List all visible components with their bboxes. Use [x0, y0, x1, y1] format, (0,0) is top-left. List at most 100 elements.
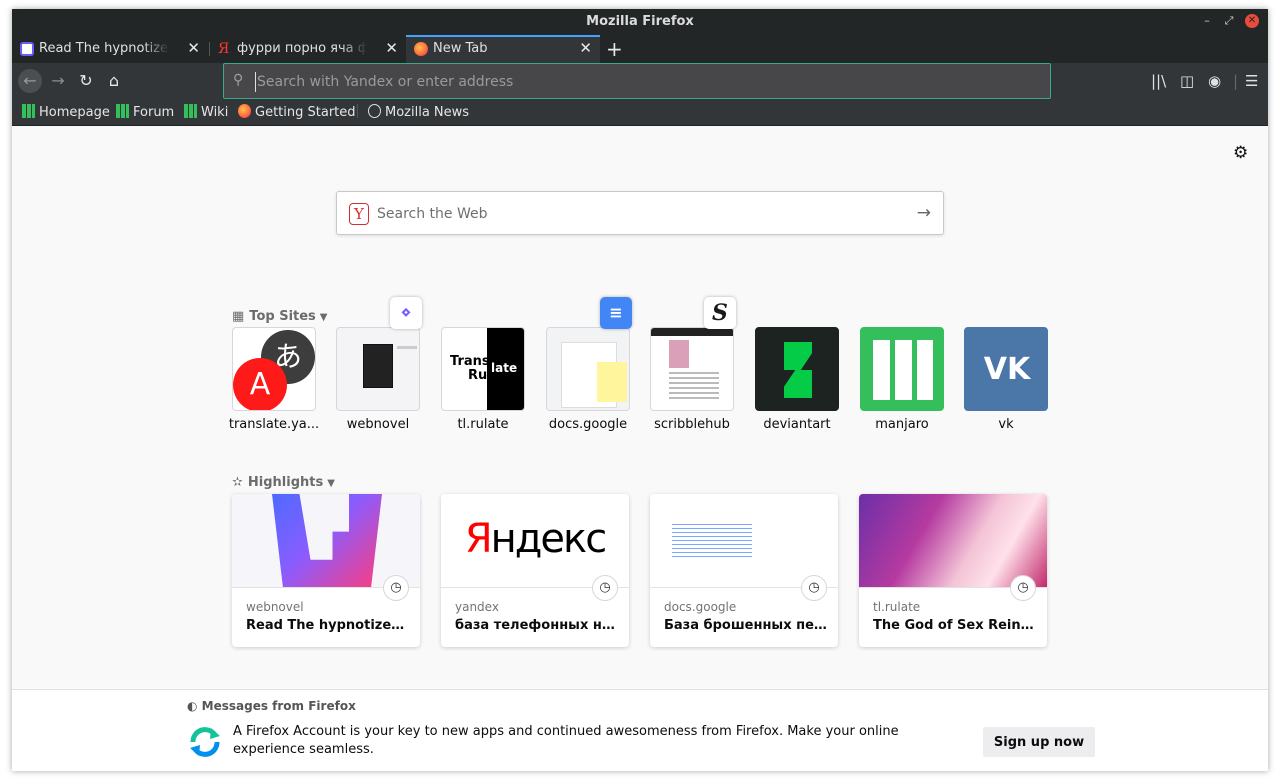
bookmark-homepage[interactable]: Homepage: [22, 104, 110, 122]
scribblehub-cover-image: [669, 340, 689, 368]
bookmark-separator: [357, 104, 358, 118]
vk-logo-icon: VK: [983, 352, 1031, 387]
top-site-label: deviantart: [763, 417, 831, 432]
page-lines-decoration: [397, 346, 417, 349]
artwork-preview-image: [859, 494, 1047, 588]
top-site-label: manjaro: [875, 417, 929, 432]
deviantart-logo-icon: [784, 342, 812, 398]
new-tab-page: ⚙ Y → ▦Top Sites▼ あ A translate.ya... ⋄ …: [12, 127, 1268, 689]
highlight-source: tl.rulate: [873, 600, 921, 614]
tab-new-tab[interactable]: New Tab ✕: [406, 35, 600, 63]
sync-icon: [187, 724, 223, 760]
window-title: Mozilla Firefox: [586, 14, 694, 29]
manjaro-icon: [116, 104, 129, 118]
top-site-label: vk: [998, 417, 1014, 432]
titlebar: Mozilla Firefox – ⤢ ✕: [12, 9, 1268, 35]
gear-icon[interactable]: ⚙: [1233, 143, 1248, 163]
back-arrow-icon[interactable]: ←: [18, 69, 42, 93]
new-tab-plus-icon[interactable]: +: [606, 37, 623, 61]
address-input[interactable]: [255, 72, 1035, 92]
google-docs-icon: ≡: [600, 297, 632, 329]
highlight-card[interactable]: ◷ tl.rulate The God of Sex Reincarnated: [859, 494, 1047, 647]
bookmark-wiki[interactable]: Wiki: [184, 104, 228, 122]
search-arrow-icon[interactable]: →: [917, 203, 931, 223]
highlight-card[interactable]: ◷ docs.google База брошенных переводов: [650, 494, 838, 647]
bookmark-label: Wiki: [201, 105, 229, 120]
bookmark-label: Forum: [133, 105, 175, 120]
close-tab-icon[interactable]: ✕: [385, 39, 398, 57]
messages-title: Messages from Firefox: [201, 699, 356, 713]
manjaro-icon: [184, 104, 197, 118]
yandex-logo-image: Яндекс: [441, 494, 629, 588]
yandex-icon: Я: [218, 41, 230, 57]
doc-link-lines-decoration: [672, 524, 752, 560]
webnovel-icon: [20, 42, 34, 56]
vk-thumbnail: VK: [964, 327, 1048, 411]
reload-icon[interactable]: ↻: [74, 69, 98, 93]
yandex-wordmark-rest: ндекс: [490, 516, 608, 562]
top-site-label: scribblehub: [654, 417, 730, 432]
clock-icon: ◷: [383, 575, 409, 601]
toolbar-divider: |: [1233, 72, 1239, 90]
tab-label: New Tab: [433, 41, 563, 56]
highlights-header[interactable]: ✫ Highlights ▼: [232, 475, 335, 490]
home-icon[interactable]: ⌂: [102, 69, 126, 93]
clock-icon: ◷: [1010, 575, 1036, 601]
sidebar-icon[interactable]: ◫: [1180, 72, 1194, 90]
scribblehub-thumbnail: [650, 327, 734, 411]
close-tab-icon[interactable]: ✕: [187, 39, 200, 57]
rulate-word-1: Trans: [450, 354, 490, 369]
manjaro-logo-icon: [873, 340, 933, 400]
sign-up-button[interactable]: Sign up now: [983, 727, 1095, 757]
messages-panel: ◐ Messages from Firefox A Firefox Accoun…: [12, 689, 1268, 771]
letter-a-icon: A: [233, 358, 287, 410]
deviantart-thumbnail: [755, 327, 839, 411]
webnovel-badge-icon: ⋄: [390, 297, 422, 329]
bookmark-mozilla-news[interactable]: Mozilla News: [368, 104, 469, 122]
webnovel-thumbnail: [336, 327, 420, 411]
translate-thumbnail: あ A: [232, 327, 316, 411]
web-search-input[interactable]: [377, 203, 897, 225]
sparkle-icon: ✫: [232, 475, 243, 490]
grid-icon: ▦: [232, 309, 245, 324]
close-window-icon[interactable]: ✕: [1245, 14, 1259, 28]
tab-webnovel[interactable]: Read The hypnotizer - C ✕: [12, 35, 208, 63]
highlight-title: база телефонных номеров: [455, 618, 619, 633]
maximize-icon[interactable]: ⤢: [1222, 14, 1236, 28]
manjaro-thumbnail: [860, 327, 944, 411]
search-icon: ⚲: [233, 72, 244, 88]
top-site-label: translate.ya...: [228, 417, 320, 432]
firefox-small-icon: ◐: [187, 699, 202, 713]
top-site-label: webnovel: [346, 417, 410, 432]
top-site-label: docs.google: [548, 417, 628, 432]
docs-preview-image: [650, 494, 838, 588]
url-bar[interactable]: ⚲: [223, 63, 1051, 99]
minimize-icon[interactable]: –: [1200, 14, 1214, 28]
bookmark-forum[interactable]: Forum: [116, 104, 174, 122]
highlight-card[interactable]: ◷ webnovel Read The hypnotizer - Chapter: [232, 494, 420, 647]
web-search-box[interactable]: Y →: [336, 191, 944, 235]
highlight-card[interactable]: Яндекс ◷ yandex база телефонных номеров: [441, 494, 629, 647]
navigation-toolbar: ← → ↻ ⌂ ⚲ ||\ ◫ ◉ | ☰: [12, 63, 1268, 99]
globe-icon: [368, 104, 381, 118]
webnovel-logo-icon: [272, 494, 382, 587]
book-cover-image: [363, 344, 393, 388]
close-tab-icon[interactable]: ✕: [579, 39, 592, 57]
menu-hamburger-icon[interactable]: ☰: [1245, 72, 1258, 90]
forward-arrow-icon[interactable]: →: [46, 69, 70, 93]
tab-yandex[interactable]: Я фурри порно яча феле ✕: [210, 35, 406, 63]
highlight-source: webnovel: [246, 600, 304, 614]
account-icon[interactable]: ◉: [1208, 72, 1221, 90]
bookmarks-toolbar: Homepage Forum Wiki Getting Started Mozi…: [12, 99, 1268, 126]
highlights-title: Highlights: [247, 475, 324, 490]
library-icon[interactable]: ||\: [1151, 72, 1166, 90]
highlight-source: docs.google: [664, 600, 737, 614]
doc-highlight-decoration: [597, 362, 627, 402]
highlight-title: База брошенных переводов: [664, 618, 828, 633]
chevron-down-icon: ▼: [327, 478, 335, 489]
bookmark-getting-started[interactable]: Getting Started: [238, 104, 356, 122]
top-site-label: tl.rulate: [457, 417, 509, 432]
top-sites-header[interactable]: ▦ Top Sites ▼: [232, 309, 328, 324]
bookmark-label: Mozilla News: [385, 105, 470, 120]
yandex-logo-icon: Y: [349, 203, 369, 225]
